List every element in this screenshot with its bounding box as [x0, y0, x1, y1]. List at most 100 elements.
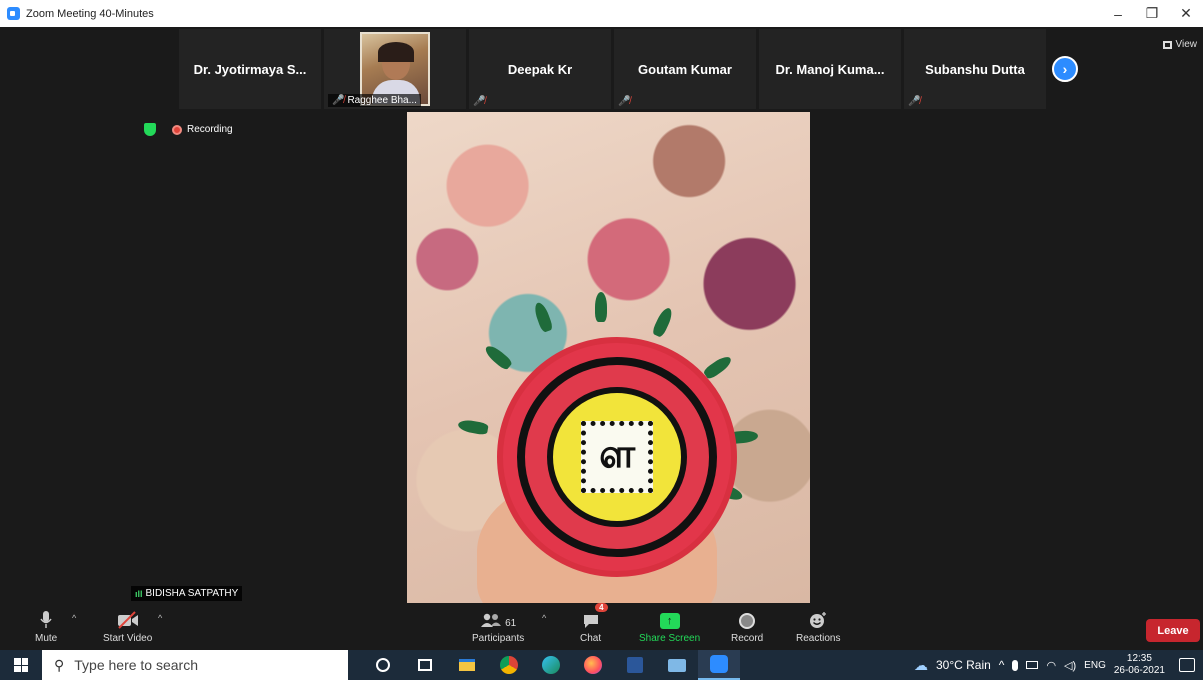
participant-name: Dr. Jyotirmaya S... [193, 61, 307, 77]
weather-text[interactable]: 30°C Rain [936, 658, 991, 672]
participants-icon: 61 [480, 607, 516, 629]
recording-dot-icon [172, 124, 182, 135]
participant-tile[interactable]: Dr. Manoj Kuma... [759, 29, 901, 109]
clay-ray [457, 418, 489, 436]
taskbar-clock[interactable]: 12:35 26-06-2021 [1114, 653, 1165, 677]
start-video-button[interactable]: Start Video [103, 607, 152, 644]
participant-strip: Dr. Jyotirmaya S... 🎤̸ Ragghee Bha... Dee… [179, 29, 1049, 109]
participant-name: Deepak Kr [507, 61, 573, 77]
participant-name: Dr. Manoj Kuma... [775, 61, 885, 77]
audio-options-caret-icon[interactable]: ^ [72, 613, 76, 623]
wifi-icon[interactable]: ◠ [1046, 659, 1056, 672]
view-button[interactable]: View [1162, 39, 1198, 50]
task-view-icon[interactable] [404, 650, 446, 680]
leave-button[interactable]: Leave [1146, 619, 1200, 642]
meeting-area: Dr. Jyotirmaya S... 🎤̸ Ragghee Bha... Dee… [0, 27, 1203, 650]
edge-icon[interactable] [530, 650, 572, 680]
mic-muted-icon: 🎤̸ [908, 96, 921, 107]
participants-count: 61 [505, 618, 517, 629]
notification-center-icon[interactable] [1179, 658, 1195, 672]
participants-label: Participants [472, 633, 525, 644]
restore-button[interactable]: ❐ [1135, 0, 1169, 27]
meeting-toolbar: Mute ^ Start Video ^ 61 Participants ^ 4… [0, 603, 1203, 650]
mute-button[interactable]: Mute [35, 607, 57, 644]
clay-center-square: ள [581, 421, 653, 493]
participant-tile-video[interactable]: 🎤̸ Ragghee Bha... [324, 29, 466, 109]
participant-video-label: 🎤̸ Ragghee Bha... [328, 94, 421, 107]
signal-strength-icon: ıll [135, 588, 143, 599]
clay-ring-outer: ள [517, 357, 717, 557]
record-label: Record [731, 633, 764, 644]
clay-disc: ள [497, 337, 737, 577]
windows-logo-icon [14, 658, 28, 672]
search-icon: ⚲ [54, 656, 65, 673]
zoom-app-icon [7, 7, 20, 20]
participant-tile[interactable]: Deepak Kr 🎤̸ [469, 29, 611, 109]
clock-time: 12:35 [1126, 653, 1152, 664]
weather-cloud-rain-icon: ☁ [913, 656, 928, 673]
taskbar-search-box[interactable]: ⚲ Type here to search [42, 650, 348, 680]
volume-icon[interactable]: ◁) [1064, 659, 1076, 672]
file-explorer-icon[interactable] [446, 650, 488, 680]
remote-desktop-icon[interactable] [656, 650, 698, 680]
clay-symbol: ள [598, 432, 636, 476]
tray-expand-caret-icon[interactable]: ^ [999, 658, 1005, 672]
reactions-icon [808, 607, 828, 629]
share-screen-label: Share Screen [639, 633, 701, 644]
chat-label: Chat [580, 633, 602, 644]
record-button[interactable]: Record [731, 607, 763, 644]
battery-icon[interactable] [1026, 661, 1039, 669]
mic-muted-icon: 🎤̸ [332, 95, 345, 106]
mic-muted-icon: 🎤̸ [473, 96, 486, 107]
firefox-icon[interactable] [572, 650, 614, 680]
next-page-button[interactable]: › [1052, 56, 1078, 82]
participant-name: Subanshu Dutta [925, 61, 1025, 77]
security-shield-icon[interactable] [144, 123, 156, 136]
close-button[interactable]: ✕ [1169, 0, 1203, 27]
clay-ray [702, 353, 734, 381]
clay-ray [651, 305, 675, 339]
windows-taskbar: ⚲ Type here to search ☁ 30°C Rain ^ ◠ ◁)… [0, 650, 1203, 680]
gallery-view-icon [1162, 40, 1172, 49]
microphone-icon [40, 607, 52, 629]
active-speaker-name: BIDISHA SATPATHY [145, 588, 239, 599]
video-options-caret-icon[interactable]: ^ [158, 613, 162, 623]
clay-ring-inner: ள [547, 387, 687, 527]
participant-tile[interactable]: Goutam Kumar 🎤̸ [614, 29, 756, 109]
chrome-icon[interactable] [488, 650, 530, 680]
participant-name: Ragghee Bha... [347, 95, 417, 106]
word-icon[interactable] [614, 650, 656, 680]
minimize-button[interactable]: – [1101, 0, 1135, 27]
language-indicator[interactable]: ENG [1084, 660, 1106, 671]
record-icon [739, 607, 756, 629]
search-placeholder: Type here to search [74, 657, 199, 673]
chat-icon: 4 [582, 603, 608, 629]
reactions-label: Reactions [796, 633, 841, 644]
taskbar-apps [362, 650, 740, 680]
clay-ray [482, 342, 514, 372]
start-button[interactable] [0, 650, 42, 680]
participants-button[interactable]: 61 Participants [472, 607, 524, 644]
video-off-icon [117, 607, 139, 629]
reactions-button[interactable]: Reactions [796, 607, 840, 644]
zoom-taskbar-icon[interactable] [698, 650, 740, 680]
view-label: View [1175, 39, 1198, 50]
cortana-icon[interactable] [362, 650, 404, 680]
participant-tile[interactable]: Subanshu Dutta 🎤̸ [904, 29, 1046, 109]
chat-unread-badge: 4 [595, 603, 608, 612]
participant-tile[interactable]: Dr. Jyotirmaya S... [179, 29, 321, 109]
microphone-tray-icon[interactable] [1012, 659, 1019, 671]
chat-button[interactable]: 4 Chat [580, 603, 608, 644]
active-speaker-video: ள [407, 112, 810, 603]
start-video-label: Start Video [103, 633, 153, 644]
system-tray: ☁ 30°C Rain ^ ◠ ◁) ENG 12:35 26-06-2021 [914, 650, 1203, 680]
mute-label: Mute [35, 633, 58, 644]
mic-muted-icon: 🎤̸ [618, 96, 631, 107]
avatar-hair [378, 42, 414, 62]
participants-options-caret-icon[interactable]: ^ [542, 613, 546, 623]
recording-label: Recording [187, 124, 233, 135]
recording-indicator[interactable]: Recording [172, 124, 233, 135]
window-title: Zoom Meeting 40-Minutes [26, 7, 154, 20]
participant-name: Goutam Kumar [638, 61, 732, 77]
share-screen-button[interactable]: ↑ Share Screen [639, 607, 700, 644]
